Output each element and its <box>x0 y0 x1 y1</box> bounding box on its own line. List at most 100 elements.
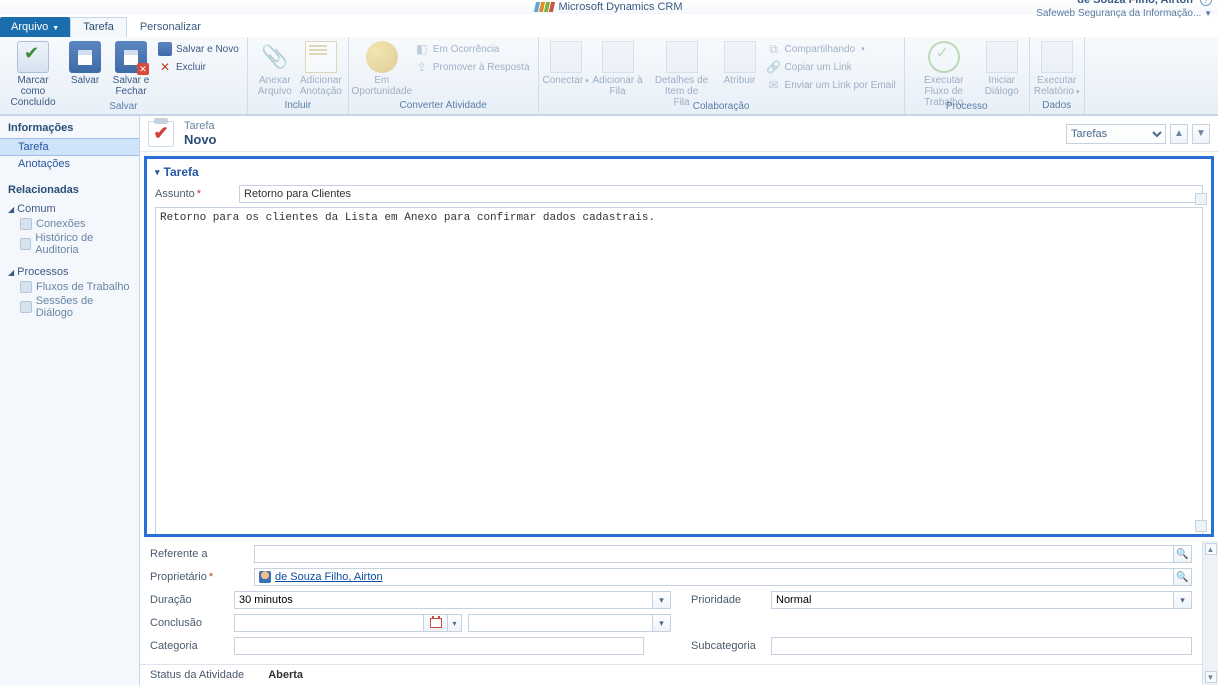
scroll-up-icon[interactable] <box>1195 193 1207 205</box>
ribbon-group-data: Executar Relatório▾ Dados <box>1030 37 1085 114</box>
nav-item-audit-history[interactable]: Histórico de Auditoria <box>0 231 139 257</box>
nav-down-button[interactable]: ▼ <box>1192 124 1210 144</box>
nav-item-dialog-sessions[interactable]: Sessões de Diálogo <box>0 294 139 320</box>
duration-dropdown-button[interactable]: ▾ <box>653 591 671 609</box>
delete-icon: ✕ <box>158 60 172 74</box>
due-time-dropdown-button[interactable]: ▾ <box>653 614 671 632</box>
nav-common-header[interactable]: ◢Comum <box>0 200 139 217</box>
subcategory-input[interactable] <box>771 637 1192 655</box>
form-view-select[interactable]: Tarefas <box>1066 124 1166 144</box>
email-link-label: Enviar um Link por Email <box>785 80 896 91</box>
nav-up-button[interactable]: ▲ <box>1170 124 1188 144</box>
queue-item-details-label: Detalhes de Item de Fila <box>649 75 715 108</box>
form-record-title: Novo <box>184 132 217 147</box>
assign-label: Atribuir <box>724 75 756 86</box>
nav-item-task[interactable]: Tarefa <box>0 138 139 156</box>
save-new-icon <box>158 42 172 56</box>
add-to-queue-button: Adicionar à Fila <box>589 39 647 97</box>
subcategory-label: Subcategoria <box>691 640 771 652</box>
mark-complete-button[interactable]: Marcar como Concluído <box>4 39 62 108</box>
org-chevron-icon[interactable]: ▼ <box>1204 9 1212 18</box>
owner-lookup-button[interactable]: 🔍 <box>1174 568 1192 586</box>
group-data-label: Dados <box>1034 100 1080 114</box>
nav-item-connections-label: Conexões <box>36 218 86 230</box>
ribbon-tab-file[interactable]: Arquivo▼ <box>0 17 70 37</box>
due-label: Conclusão <box>150 617 234 629</box>
duration-label: Duração <box>150 594 234 606</box>
form-view-selector: Tarefas ▲ ▼ <box>1066 124 1210 144</box>
dialog-mini-icon <box>20 301 32 313</box>
run-workflow-button: Executar Fluxo de Trabalho <box>909 39 979 108</box>
ribbon-group-save: Marcar como Concluído Salvar ✕ Salvar e … <box>0 37 248 114</box>
nav-related-header: Relacionadas <box>0 180 139 200</box>
current-user: de Souza Filho, Airton <box>1077 0 1193 6</box>
form-scroll-up-button[interactable]: ▲ <box>1205 543 1217 555</box>
section-task-title: Tarefa <box>164 165 199 179</box>
mail-icon: ✉ <box>767 78 781 92</box>
nav-common-label: Comum <box>17 203 56 215</box>
section-task-header[interactable]: ▾ Tarefa <box>155 165 1203 179</box>
group-convert-label: Converter Atividade <box>353 100 534 114</box>
save-close-icon: ✕ <box>115 41 147 73</box>
ribbon: Marcar como Concluído Salvar ✕ Salvar e … <box>0 37 1218 115</box>
due-date-dropdown-button[interactable]: ▾ <box>448 614 462 632</box>
save-label: Salvar <box>71 75 99 86</box>
description-scrollbar[interactable] <box>1195 193 1209 532</box>
regarding-lookup-button[interactable]: 🔍 <box>1174 545 1192 563</box>
ribbon-tab-customize[interactable]: Personalizar <box>127 17 214 37</box>
email-link-button: ✉ Enviar um Link por Email <box>763 77 900 93</box>
connect-button: Conectar▾ <box>543 39 589 86</box>
start-dialog-button: Iniciar Diálogo <box>979 39 1025 97</box>
owner-lookup[interactable]: de Souza Filho, Airton <box>254 568 1174 586</box>
nav-info-header: Informações <box>0 118 139 138</box>
left-nav: Informações Tarefa Anotações Relacionada… <box>0 116 140 685</box>
nav-processes-header[interactable]: ◢Processos <box>0 263 139 280</box>
save-close-label: Salvar e Fechar <box>113 75 150 97</box>
report-icon <box>1041 41 1073 73</box>
help-icon[interactable]: ? <box>1200 0 1212 6</box>
sharing-button: ⧉ Compartilhando▾ <box>763 41 900 57</box>
duration-input[interactable] <box>234 591 653 609</box>
nav-item-workflows[interactable]: Fluxos de Trabalho <box>0 280 139 294</box>
form-scroll-down-button[interactable]: ▼ <box>1205 671 1217 683</box>
priority-input[interactable] <box>771 591 1174 609</box>
regarding-lookup[interactable] <box>254 545 1174 563</box>
connections-mini-icon <box>20 218 32 230</box>
ribbon-tab-task-label: Tarefa <box>83 21 114 33</box>
due-date-input[interactable] <box>234 614 424 632</box>
nav-item-connections[interactable]: Conexões <box>0 217 139 231</box>
app-title: Microsoft Dynamics CRM <box>306 1 912 13</box>
due-date-picker-button[interactable] <box>424 614 448 632</box>
category-input[interactable] <box>234 637 644 655</box>
scroll-down-icon[interactable] <box>1195 520 1207 532</box>
due-time-input[interactable] <box>468 614 653 632</box>
description-textarea[interactable]: Retorno para os clientes da Lista em Ane… <box>155 207 1203 537</box>
group-collab-label: Colaboração <box>543 101 900 114</box>
priority-dropdown-button[interactable]: ▾ <box>1174 591 1192 609</box>
group-include-label: Incluir <box>252 100 344 114</box>
ribbon-tab-task[interactable]: Tarefa <box>70 17 127 37</box>
group-save-label: Salvar <box>4 101 243 114</box>
owner-label: Proprietário* <box>150 571 234 583</box>
nav-item-notes[interactable]: Anotações <box>0 156 139 172</box>
nav-item-task-label: Tarefa <box>18 141 49 153</box>
save-icon <box>69 41 101 73</box>
promote-icon: ⇪ <box>415 60 429 74</box>
current-org[interactable]: Safeweb Segurança da Informação... <box>1036 8 1201 19</box>
sharing-label: Compartilhando <box>785 44 856 55</box>
subject-input[interactable] <box>239 185 1203 203</box>
delete-button[interactable]: ✕ Excluir <box>154 59 243 75</box>
save-close-button[interactable]: ✕ Salvar e Fechar <box>108 39 154 97</box>
form-vertical-scrollbar[interactable]: ▲ ▼ <box>1202 541 1218 685</box>
add-to-queue-label: Adicionar à Fila <box>593 75 643 97</box>
workflow-mini-icon <box>20 281 32 293</box>
title-user-block: de Souza Filho, Airton ? Safeweb Seguran… <box>912 0 1212 20</box>
regarding-label: Referente a <box>150 548 234 560</box>
assign-button: Atribuir <box>717 39 763 86</box>
save-new-label: Salvar e Novo <box>176 44 239 55</box>
save-button[interactable]: Salvar <box>62 39 108 86</box>
owner-value: de Souza Filho, Airton <box>275 571 383 583</box>
save-new-button[interactable]: Salvar e Novo <box>154 41 243 57</box>
ribbon-tab-customize-label: Personalizar <box>140 21 201 33</box>
paperclip-icon: 📎 <box>259 41 291 73</box>
